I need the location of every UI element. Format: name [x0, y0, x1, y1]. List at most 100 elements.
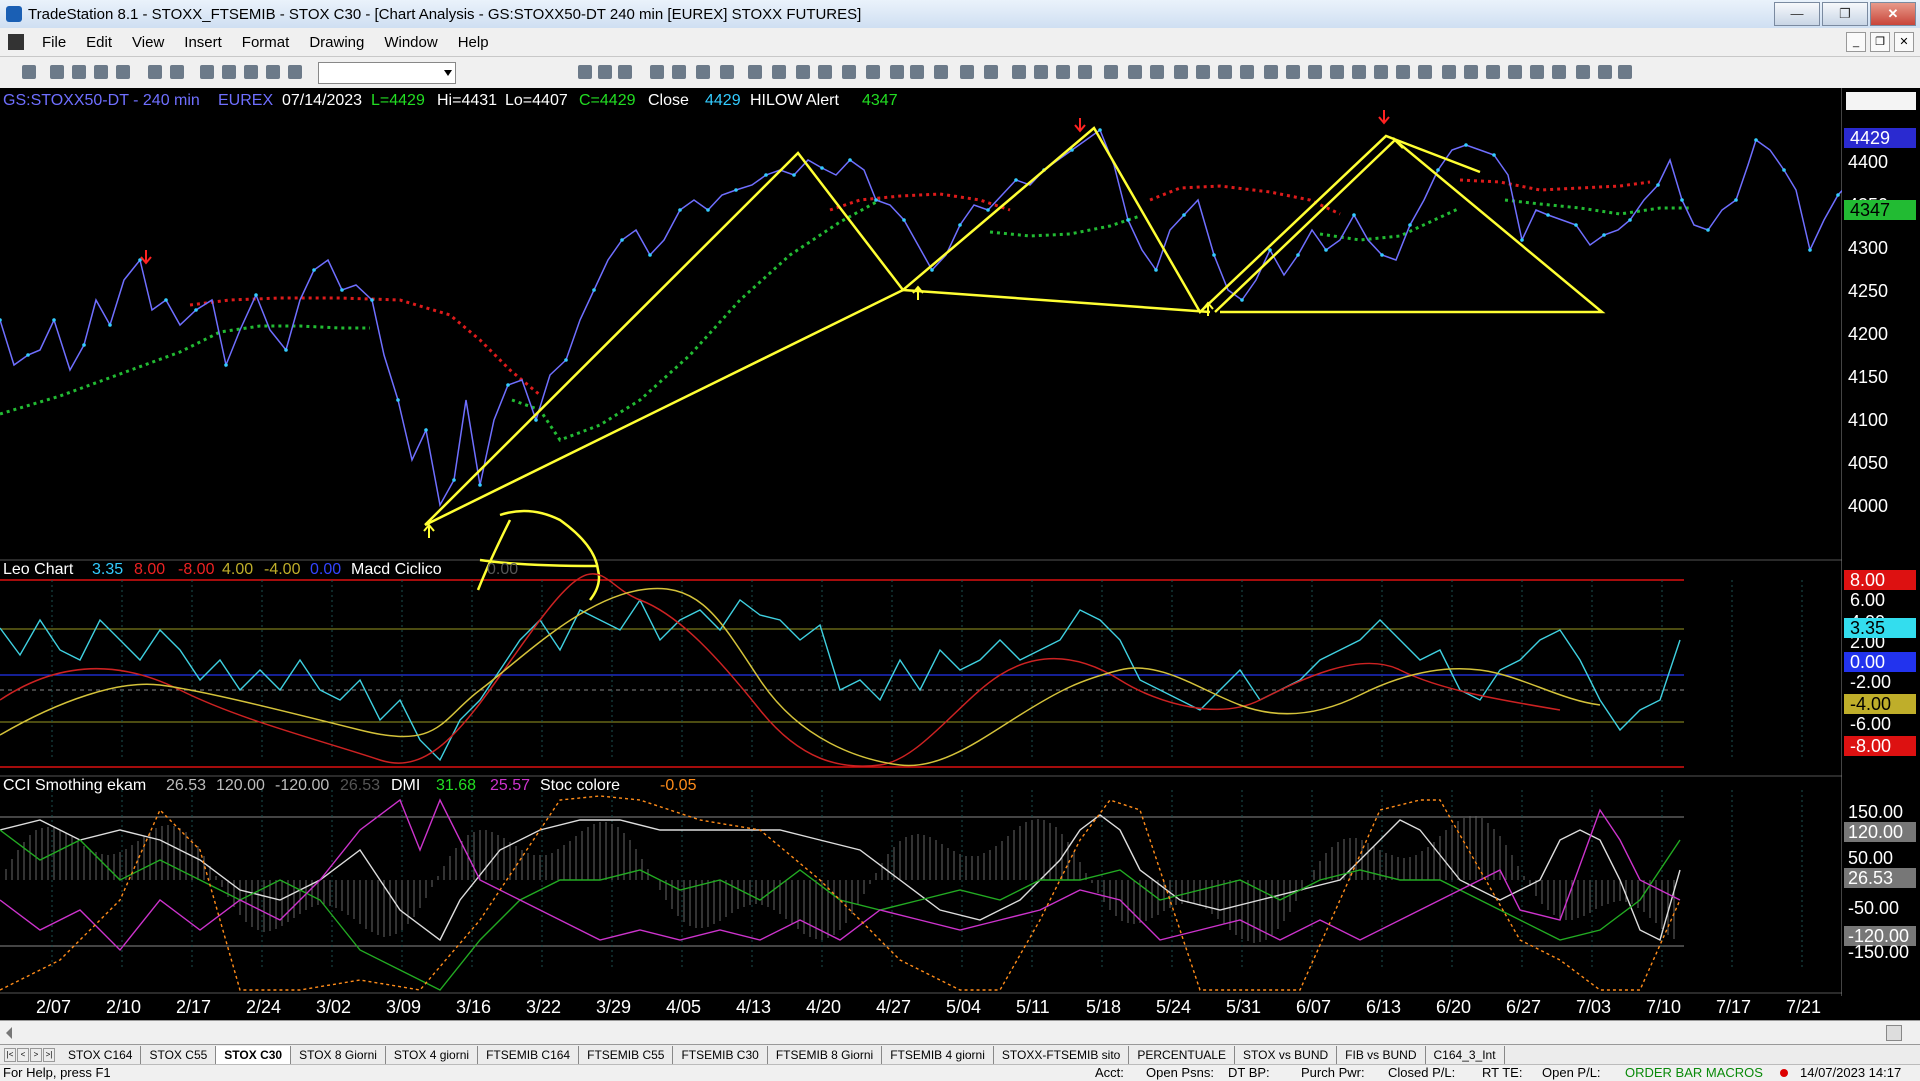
- workspace-tab[interactable]: STOX 4 giorni: [386, 1046, 479, 1064]
- toolbar-button-icon[interactable]: [772, 65, 786, 79]
- toolbar-button-icon[interactable]: [1196, 65, 1210, 79]
- menu-format[interactable]: Format: [232, 34, 300, 51]
- toolbar-button-icon[interactable]: [170, 65, 184, 79]
- toolbar-button-icon[interactable]: [1352, 65, 1366, 79]
- chart-canvas[interactable]: GS:STOXX50-DT - 240 min EUREX 07/14/2023…: [0, 88, 1920, 1020]
- toolbar-button-icon[interactable]: [796, 65, 810, 79]
- workspace-tab[interactable]: STOX C30: [216, 1046, 292, 1064]
- toolbar-button-icon[interactable]: [818, 65, 832, 79]
- toolbar-button-icon[interactable]: [650, 65, 664, 79]
- toolbar-button-icon[interactable]: [720, 65, 734, 79]
- toolbar-button-icon[interactable]: [1508, 65, 1522, 79]
- toolbar-button-icon[interactable]: [672, 65, 686, 79]
- toolbar-button-icon[interactable]: [1174, 65, 1188, 79]
- toolbar-button-icon[interactable]: [116, 65, 130, 79]
- toolbar-button-icon[interactable]: [50, 65, 64, 79]
- status-macros[interactable]: ORDER BAR MACROS: [1625, 1065, 1763, 1080]
- workspace-tab[interactable]: STOX vs BUND: [1235, 1046, 1338, 1064]
- toolbar-button-icon[interactable]: [1530, 65, 1544, 79]
- tab-next-icon[interactable]: >: [30, 1048, 42, 1062]
- workspace-tab[interactable]: FIB vs BUND: [1337, 1046, 1426, 1064]
- workspace-tab[interactable]: STOXX-FTSEMIB sito: [994, 1046, 1130, 1064]
- toolbar-button-icon[interactable]: [1418, 65, 1432, 79]
- toolbar-button-icon[interactable]: [578, 65, 592, 79]
- close-button[interactable]: ✕: [1870, 2, 1916, 26]
- workspace-tab[interactable]: PERCENTUALE: [1129, 1046, 1236, 1064]
- symbol-dropdown[interactable]: [318, 62, 456, 84]
- toolbar-button-icon[interactable]: [1618, 65, 1632, 79]
- toolbar-button-icon[interactable]: [890, 65, 904, 79]
- workspace-tab[interactable]: FTSEMIB C30: [673, 1046, 768, 1064]
- scroll-thumb[interactable]: [1886, 1025, 1902, 1041]
- menu-window[interactable]: Window: [374, 34, 447, 51]
- axis-top-buttons[interactable]: [1846, 92, 1916, 110]
- toolbar-button-icon[interactable]: [842, 65, 856, 79]
- horizontal-scrollbar[interactable]: [0, 1020, 1920, 1045]
- toolbar-button-icon[interactable]: [266, 65, 280, 79]
- mdi-minimize-button[interactable]: _: [1846, 32, 1866, 52]
- toolbar-button-icon[interactable]: [866, 65, 880, 79]
- workspace-tab[interactable]: FTSEMIB C55: [579, 1046, 674, 1064]
- toolbar-button-icon[interactable]: [1286, 65, 1300, 79]
- toolbar-button-icon[interactable]: [910, 65, 924, 79]
- workspace-tab[interactable]: FTSEMIB 4 giorni: [882, 1046, 994, 1064]
- toolbar-button-icon[interactable]: [1150, 65, 1164, 79]
- menu-help[interactable]: Help: [448, 34, 499, 51]
- toolbar-button-icon[interactable]: [1552, 65, 1566, 79]
- chart-window-icon[interactable]: [8, 34, 24, 50]
- toolbar-button-icon[interactable]: [1442, 65, 1456, 79]
- toolbar-button-icon[interactable]: [148, 65, 162, 79]
- toolbar-button-icon[interactable]: [222, 65, 236, 79]
- menu-drawing[interactable]: Drawing: [299, 34, 374, 51]
- workspace-tab[interactable]: FTSEMIB C164: [478, 1046, 580, 1064]
- toolbar-button-icon[interactable]: [1034, 65, 1048, 79]
- toolbar-button-icon[interactable]: [748, 65, 762, 79]
- toolbar-button-icon[interactable]: [1308, 65, 1322, 79]
- toolbar-button-icon[interactable]: [1396, 65, 1410, 79]
- toolbar-button-icon[interactable]: [22, 65, 36, 79]
- tab-prev-icon[interactable]: <: [17, 1048, 29, 1062]
- toolbar-button-icon[interactable]: [1104, 65, 1118, 79]
- scroll-left-icon[interactable]: [6, 1027, 12, 1039]
- mdi-close-button[interactable]: ✕: [1894, 32, 1914, 52]
- toolbar-button-icon[interactable]: [200, 65, 214, 79]
- toolbar-button-icon[interactable]: [1264, 65, 1278, 79]
- minimize-button[interactable]: —: [1774, 2, 1820, 26]
- workspace-tab[interactable]: FTSEMIB 8 Giorni: [768, 1046, 883, 1064]
- toolbar-button-icon[interactable]: [288, 65, 302, 79]
- toolbar-button-icon[interactable]: [934, 65, 948, 79]
- workspace-tab[interactable]: STOX 8 Giorni: [291, 1046, 386, 1064]
- toolbar-button-icon[interactable]: [960, 65, 974, 79]
- menu-view[interactable]: View: [122, 34, 174, 51]
- tab-first-icon[interactable]: |<: [4, 1048, 16, 1062]
- toolbar-button-icon[interactable]: [94, 65, 108, 79]
- menu-edit[interactable]: Edit: [76, 34, 122, 51]
- mdi-restore-button[interactable]: ❐: [1870, 32, 1890, 52]
- toolbar-button-icon[interactable]: [1464, 65, 1478, 79]
- toolbar-button-icon[interactable]: [1078, 65, 1092, 79]
- toolbar-button-icon[interactable]: [598, 65, 612, 79]
- toolbar-button-icon[interactable]: [1012, 65, 1026, 79]
- menu-insert[interactable]: Insert: [174, 34, 232, 51]
- toolbar-button-icon[interactable]: [1576, 65, 1590, 79]
- toolbar-button-icon[interactable]: [696, 65, 710, 79]
- toolbar-button-icon[interactable]: [1330, 65, 1344, 79]
- toolbar-button-icon[interactable]: [984, 65, 998, 79]
- workspace-tab[interactable]: C164_3_Int: [1426, 1046, 1505, 1064]
- toolbar-button-icon[interactable]: [1218, 65, 1232, 79]
- toolbar-button-icon[interactable]: [244, 65, 258, 79]
- toolbar-button-icon[interactable]: [1056, 65, 1070, 79]
- toolbar-button-icon[interactable]: [1240, 65, 1254, 79]
- workspace-tab[interactable]: STOX C164: [60, 1046, 142, 1064]
- toolbar-button-icon[interactable]: [1128, 65, 1142, 79]
- price-panel-header: GS:STOXX50-DT - 240 min EUREX 07/14/2023…: [3, 92, 898, 109]
- tab-last-icon[interactable]: >|: [43, 1048, 55, 1062]
- toolbar-button-icon[interactable]: [1486, 65, 1500, 79]
- maximize-button[interactable]: ❐: [1822, 2, 1868, 26]
- toolbar-button-icon[interactable]: [1598, 65, 1612, 79]
- toolbar-button-icon[interactable]: [72, 65, 86, 79]
- menu-file[interactable]: File: [32, 34, 76, 51]
- workspace-tab[interactable]: STOX C55: [141, 1046, 217, 1064]
- toolbar-button-icon[interactable]: [618, 65, 632, 79]
- toolbar-button-icon[interactable]: [1374, 65, 1388, 79]
